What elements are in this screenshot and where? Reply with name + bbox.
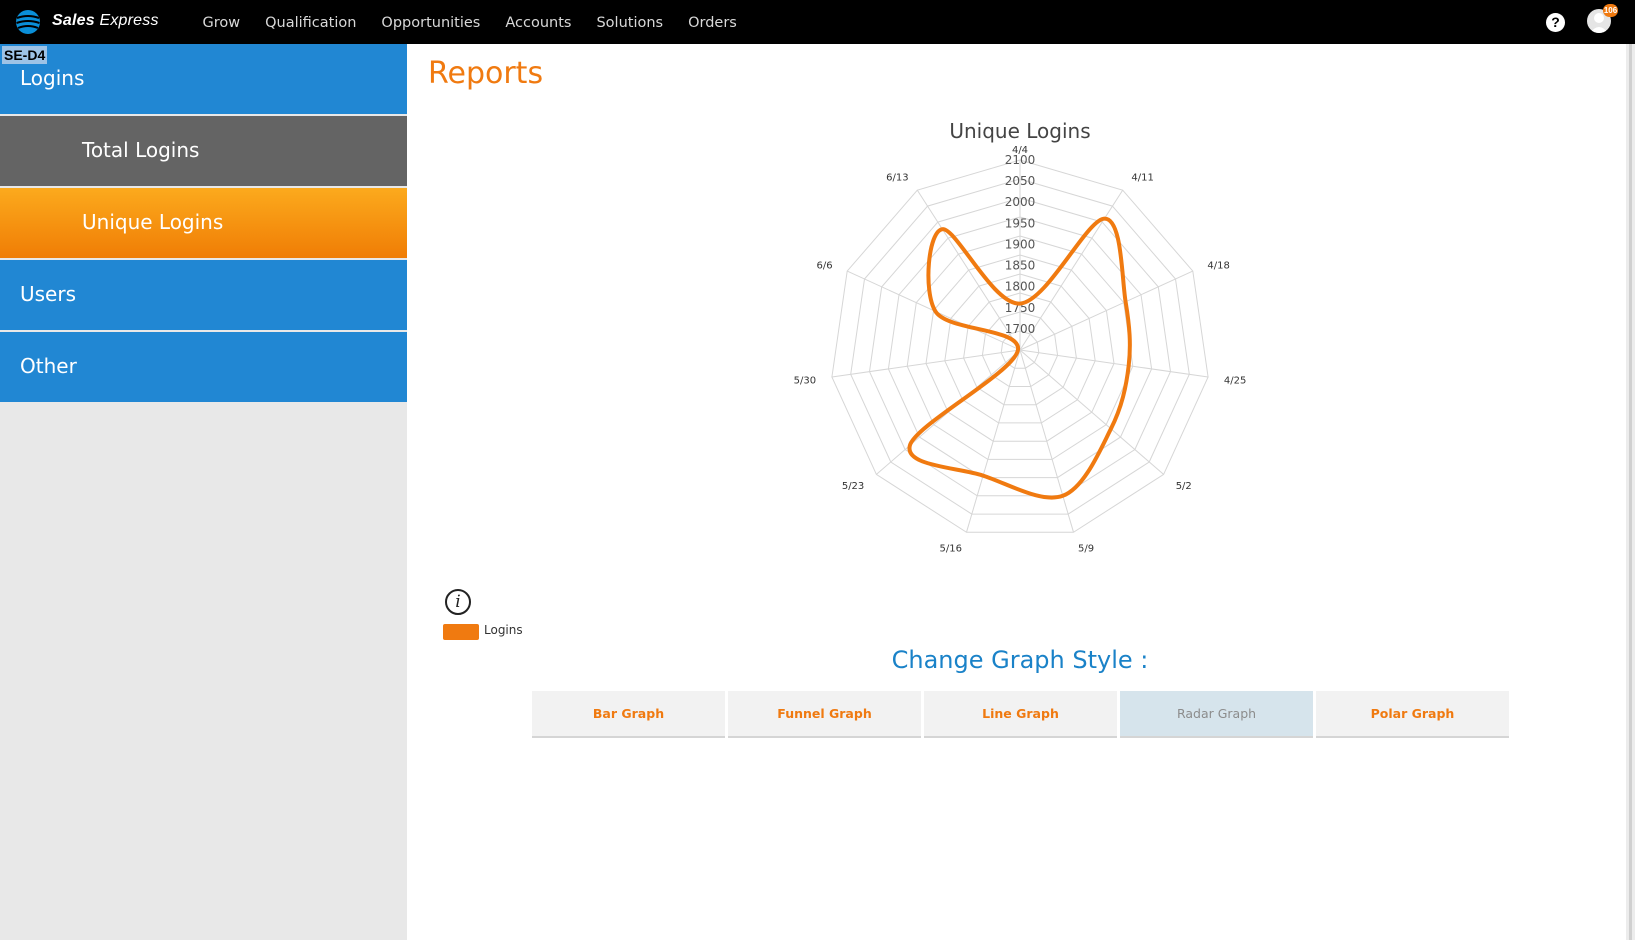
nav-accounts[interactable]: Accounts: [493, 0, 584, 44]
sidebar-item-label: Logins: [20, 66, 85, 90]
radar-grid-spoke: [1019, 349, 1209, 378]
nav-opportunities[interactable]: Opportunities: [369, 0, 493, 44]
radar-tick-labels: 170017501800185019001950200020502100: [1005, 153, 1036, 336]
sidebar-item-total-logins[interactable]: Total Logins: [0, 116, 407, 186]
sidebar: Logins Total Logins Unique Logins Users …: [0, 44, 407, 940]
brand-name-light: Express: [99, 12, 159, 29]
sidebar-item-label: Users: [20, 282, 77, 306]
help-icon[interactable]: ?: [1546, 13, 1565, 32]
radar-tick-label: 2000: [1005, 195, 1036, 209]
nav-qualification[interactable]: Qualification: [253, 0, 369, 44]
brand-name-bold: Sales: [52, 12, 95, 29]
radar-chart-container: Unique Logins 1700 1750 1800 1850 1900 1950 20…: [760, 110, 1280, 580]
radar-grid-spoke: [831, 349, 1021, 378]
radar-category-label: 4/11: [1131, 173, 1153, 184]
sidebar-item-unique-logins[interactable]: Unique Logins: [0, 188, 407, 258]
legend-label-logins[interactable]: Logins: [484, 623, 523, 637]
radar-category-label: 6/13: [886, 173, 908, 184]
page-title: Reports: [428, 56, 544, 91]
radar-tick-label: 1950: [1005, 216, 1036, 230]
environment-tag: SE-D4: [2, 46, 48, 64]
sidebar-item-label: Other: [20, 354, 77, 378]
radar-category-label: 5/9: [1078, 544, 1094, 555]
radar-category-label: 4/18: [1207, 260, 1229, 271]
radar-category-label: 6/6: [817, 260, 833, 271]
polar-graph-button[interactable]: Polar Graph: [1316, 691, 1509, 738]
info-icon[interactable]: i: [445, 589, 471, 615]
top-navbar: Sales Express Grow Qualification Opportu…: [0, 0, 1635, 44]
radar-category-label: 5/2: [1176, 481, 1192, 492]
radar-category-label: 4/4: [1012, 145, 1028, 156]
radar-category-label: 5/23: [842, 481, 864, 492]
scrollbar-track[interactable]: [1626, 44, 1635, 940]
nav-solutions[interactable]: Solutions: [584, 0, 676, 44]
radar-tick-label: 1700: [1005, 322, 1036, 336]
nav-orders[interactable]: Orders: [676, 0, 750, 44]
radar-tick-label: 1800: [1005, 280, 1036, 294]
graph-style-buttons: Bar Graph Funnel Graph Line Graph Radar …: [532, 691, 1512, 738]
change-graph-style-title: Change Graph Style :: [891, 646, 1149, 674]
radar-category-label: 4/25: [1224, 375, 1246, 386]
radar-chart: Unique Logins 17001750180018501900195020…: [794, 119, 1247, 555]
chart-title: Unique Logins: [949, 119, 1090, 143]
legend-swatch-logins[interactable]: [443, 624, 479, 640]
main-nav: Grow Qualification Opportunities Account…: [190, 0, 749, 44]
sidebar-item-logins[interactable]: Logins: [0, 44, 407, 114]
line-graph-button[interactable]: Line Graph: [924, 691, 1117, 738]
notification-badge[interactable]: 106: [1603, 4, 1618, 17]
sidebar-item-label: Total Logins: [82, 138, 200, 162]
radar-category-label: 5/16: [940, 544, 962, 555]
radar-tick-label: 1850: [1005, 259, 1036, 273]
att-globe-logo[interactable]: [14, 8, 42, 36]
funnel-graph-button[interactable]: Funnel Graph: [728, 691, 921, 738]
radar-graph-button[interactable]: Radar Graph: [1120, 691, 1313, 738]
bar-graph-button[interactable]: Bar Graph: [532, 691, 725, 738]
sidebar-item-label: Unique Logins: [82, 210, 224, 234]
radar-tick-label: 2050: [1005, 174, 1036, 188]
nav-grow[interactable]: Grow: [190, 0, 253, 44]
scrollbar-thumb[interactable]: [1629, 44, 1632, 940]
brand-name[interactable]: Sales Express: [52, 12, 159, 30]
radar-category-label: 5/30: [794, 375, 816, 386]
sidebar-item-users[interactable]: Users: [0, 260, 407, 330]
sidebar-item-other[interactable]: Other: [0, 332, 407, 402]
radar-tick-label: 1900: [1005, 237, 1036, 251]
